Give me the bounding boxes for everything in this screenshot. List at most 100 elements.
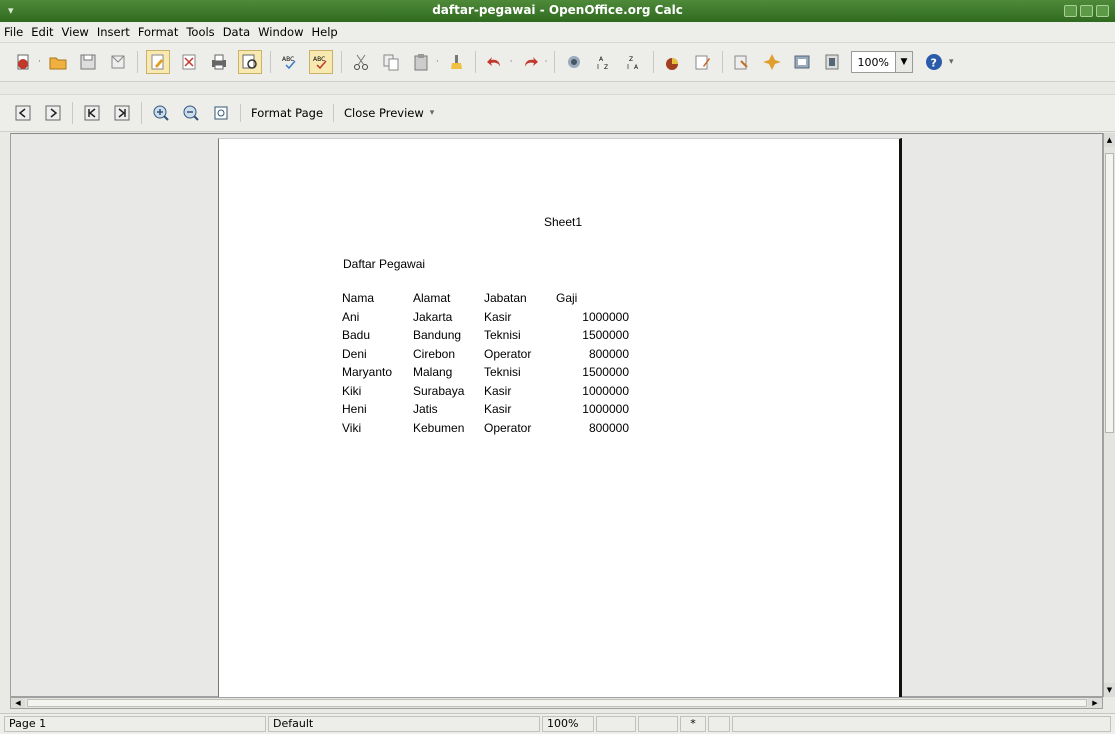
document-title: Daftar Pegawai: [343, 257, 426, 271]
scroll-down-icon[interactable]: ▼: [1104, 683, 1115, 697]
zoom-out-icon[interactable]: [180, 102, 202, 124]
cell-nama: Badu: [342, 328, 371, 342]
toolbar-separator: [333, 104, 335, 122]
email-icon[interactable]: [107, 51, 129, 73]
page-header-sheet-name: Sheet1: [544, 215, 583, 229]
horizontal-scrollbar[interactable]: ◀ ▶: [10, 697, 1103, 709]
save-icon[interactable]: [77, 51, 99, 73]
sort-ascending-icon[interactable]: AZ: [593, 51, 615, 73]
cell-gaji: 1500000: [582, 365, 629, 379]
full-screen-icon[interactable]: [210, 102, 232, 124]
app-window: ▾ daftar-pegawai - OpenOffice.org Calc F…: [0, 0, 1115, 734]
toolbar-separator: [240, 104, 241, 122]
redo-dropdown-icon[interactable]: ·: [545, 57, 548, 67]
zoom-in-icon[interactable]: [150, 102, 172, 124]
paste-dropdown-icon[interactable]: ·: [436, 57, 439, 67]
status-sum: [732, 716, 1111, 732]
datasource-icon[interactable]: [791, 51, 813, 73]
print-icon[interactable]: [208, 51, 230, 73]
close-preview-button[interactable]: Close Preview: [340, 104, 428, 122]
scroll-left-icon[interactable]: ◀: [11, 698, 25, 708]
format-page-button[interactable]: Format Page: [247, 104, 327, 122]
zoom-value: 100%: [857, 55, 889, 69]
chevron-down-icon[interactable]: ▼: [894, 52, 912, 72]
vertical-scrollbar[interactable]: ▲ ▼: [1103, 133, 1115, 697]
cell-nama: Viki: [342, 420, 362, 435]
undo-dropdown-icon[interactable]: ·: [510, 57, 513, 67]
sort-descending-icon[interactable]: ZA: [623, 51, 645, 73]
autospellcheck-icon[interactable]: ABC: [308, 50, 333, 74]
menu-tools[interactable]: Tools: [186, 25, 214, 39]
column-header: Nama: [342, 291, 375, 305]
page-preview-toolbar: Format Page Close Preview ▾: [0, 94, 1115, 132]
cell-nama: Ani: [342, 309, 360, 324]
close-icon[interactable]: [1096, 5, 1109, 17]
svg-text:ABC: ABC: [313, 56, 325, 63]
toolbar-separator: [141, 102, 142, 124]
svg-text:?: ?: [930, 57, 936, 70]
cell-jabatan: Operator: [484, 346, 532, 361]
toolbar-overflow-icon[interactable]: ▾: [430, 108, 435, 118]
cell-alamat: Jakarta: [413, 309, 453, 324]
menu-format[interactable]: Format: [138, 25, 179, 39]
vertical-scroll-thumb[interactable]: [1105, 153, 1114, 433]
status-signature[interactable]: [708, 716, 730, 732]
status-page: Page 1: [4, 716, 266, 732]
menu-data[interactable]: Data: [223, 25, 250, 39]
toolbar-separator: [474, 51, 476, 73]
menu-insert[interactable]: Insert: [97, 25, 130, 39]
copy-icon[interactable]: [380, 51, 402, 73]
navigator-icon[interactable]: [731, 51, 753, 73]
menu-window[interactable]: Window: [258, 25, 303, 39]
draw-functions-icon[interactable]: [692, 51, 714, 73]
previous-page-icon[interactable]: [12, 102, 34, 124]
status-zoom[interactable]: 100%: [542, 716, 594, 732]
status-page-style[interactable]: Default: [268, 716, 540, 732]
paste-icon[interactable]: [410, 51, 432, 73]
toolbar-separator: [72, 102, 73, 124]
column-header: Alamat: [413, 291, 451, 305]
menu-file[interactable]: File: [4, 25, 23, 39]
cell-jabatan: Operator: [484, 420, 532, 435]
status-selection-mode[interactable]: [638, 716, 678, 732]
edit-file-icon[interactable]: [145, 50, 170, 74]
scroll-up-icon[interactable]: ▲: [1104, 133, 1115, 147]
gallery-icon[interactable]: [761, 51, 783, 73]
status-modified: *: [680, 716, 706, 732]
export-pdf-icon[interactable]: [178, 51, 200, 73]
menu-edit[interactable]: Edit: [31, 25, 53, 39]
redo-icon[interactable]: [519, 51, 541, 73]
column-header: Jabatan: [484, 291, 527, 305]
new-icon[interactable]: [12, 51, 34, 73]
page-preview-icon[interactable]: [237, 50, 262, 74]
undo-icon[interactable]: [484, 51, 506, 73]
help-icon[interactable]: ?: [923, 51, 945, 73]
table-header-row: Nama Alamat Jabatan Gaji: [342, 291, 629, 310]
cut-icon[interactable]: [350, 51, 372, 73]
toolbar-separator: [340, 51, 342, 73]
minimize-icon[interactable]: [1064, 5, 1077, 17]
report-icon[interactable]: [821, 51, 843, 73]
last-page-icon[interactable]: [111, 102, 133, 124]
table-row: Deni Cirebon Operator 800000: [342, 347, 629, 366]
hyperlink-icon[interactable]: [563, 51, 585, 73]
menu-help[interactable]: Help: [312, 25, 338, 39]
horizontal-scroll-thumb[interactable]: [27, 699, 1087, 707]
cell-nama: Maryanto: [342, 365, 393, 379]
cell-jabatan: Kasir: [484, 383, 512, 398]
toolbar-overflow-icon[interactable]: ▾: [949, 57, 954, 67]
next-page-icon[interactable]: [42, 102, 64, 124]
maximize-icon[interactable]: [1080, 5, 1093, 17]
status-insert-mode[interactable]: [596, 716, 636, 732]
cell-alamat: Kebumen: [413, 420, 465, 435]
table-row: Ani Jakarta Kasir 1000000: [342, 310, 629, 329]
first-page-icon[interactable]: [81, 102, 103, 124]
menu-view[interactable]: View: [62, 25, 89, 39]
scroll-right-icon[interactable]: ▶: [1088, 698, 1102, 708]
open-icon[interactable]: [47, 51, 69, 73]
clone-format-icon[interactable]: [445, 51, 467, 73]
zoom-combobox[interactable]: 100% ▼: [850, 51, 913, 73]
new-dropdown-icon[interactable]: ·: [38, 57, 41, 67]
chart-icon[interactable]: [662, 51, 684, 73]
spellcheck-icon[interactable]: ABC: [279, 51, 301, 73]
